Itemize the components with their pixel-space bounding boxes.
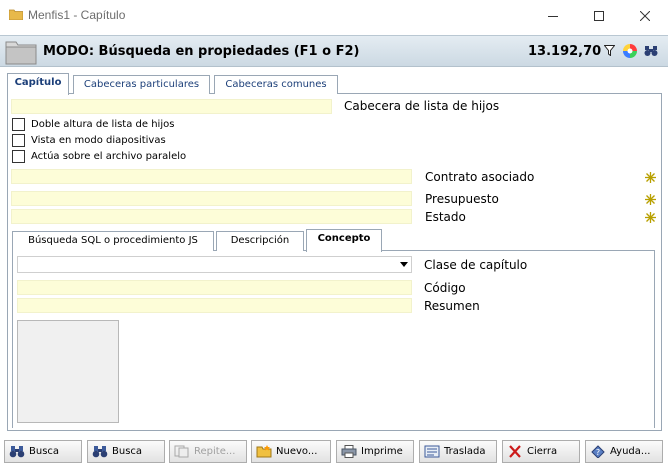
repeat-icon	[174, 445, 189, 458]
slides-view-checkbox[interactable]	[12, 134, 25, 147]
code-input[interactable]	[17, 280, 412, 295]
search-next-button[interactable]: Busca	[87, 440, 165, 463]
print-button-label: Imprime	[361, 446, 403, 457]
chevron-down-icon	[400, 262, 408, 267]
printer-icon	[341, 445, 357, 458]
children-list-header-label: Cabecera de lista de hijos	[344, 99, 500, 113]
children-list-header-input[interactable]	[11, 99, 332, 114]
minimize-button[interactable]	[530, 0, 576, 31]
double-height-checkbox[interactable]	[12, 118, 25, 131]
binoculars-icon	[92, 446, 108, 458]
print-button[interactable]: Imprime	[336, 440, 414, 463]
binoculars-icon[interactable]	[644, 45, 658, 60]
double-height-label: Doble altura de lista de hijos	[31, 119, 175, 130]
folder-icon	[8, 9, 24, 23]
summary-input[interactable]	[17, 298, 412, 313]
window-title: Menfis1 - Capítulo	[28, 8, 126, 22]
mode-bar: MODO: Búsqueda en propiedades (F1 o F2) …	[0, 35, 668, 67]
budget-input[interactable]	[11, 191, 412, 206]
tab-capitulo[interactable]: Capítulo	[7, 73, 69, 95]
close-window-button[interactable]	[622, 0, 668, 31]
transfer-icon	[424, 445, 440, 458]
contract-input[interactable]	[11, 169, 412, 184]
help-button[interactable]: ? Ayuda...	[585, 440, 663, 463]
summary-label: Resumen	[424, 299, 480, 313]
search-button-label: Busca	[29, 446, 60, 457]
new-button-label: Nuevo...	[276, 446, 318, 457]
tab-cabeceras-particulares[interactable]: Cabeceras particulares	[73, 75, 210, 94]
help-button-label: Ayuda...	[610, 446, 651, 457]
new-button[interactable]: Nuevo...	[251, 440, 331, 463]
parallel-file-checkbox[interactable]	[12, 150, 25, 163]
tab-description[interactable]: Descripción	[216, 231, 304, 251]
repeat-button[interactable]: Repite...	[169, 440, 247, 463]
budget-label: Presupuesto	[425, 192, 499, 206]
tab-cabeceras-comunes[interactable]: Cabeceras comunes	[214, 75, 338, 94]
move-button[interactable]: Traslada	[419, 440, 497, 463]
repeat-button-label: Repite...	[194, 446, 236, 457]
maximize-button[interactable]	[576, 0, 622, 31]
folder-icon	[5, 39, 37, 68]
total-amount: 13.192,70	[528, 44, 602, 59]
chapter-class-select[interactable]	[17, 256, 412, 273]
color-wheel-icon[interactable]	[623, 44, 637, 61]
binoculars-icon	[9, 446, 25, 458]
asterisk-icon[interactable]	[645, 172, 656, 183]
chapter-class-label: Clase de capítulo	[424, 258, 528, 272]
tab-concept[interactable]: Concepto	[306, 229, 382, 252]
slides-view-label: Vista en modo diapositivas	[31, 135, 166, 146]
code-label: Código	[424, 281, 466, 295]
svg-text:?: ?	[596, 448, 600, 457]
help-icon: ?	[591, 445, 605, 458]
asterisk-icon[interactable]	[645, 194, 656, 205]
image-placeholder[interactable]	[17, 320, 119, 423]
close-icon	[509, 445, 521, 458]
asterisk-icon[interactable]	[645, 212, 656, 223]
tab-sql-search[interactable]: Búsqueda SQL o procedimiento JS	[12, 231, 214, 251]
contract-label: Contrato asociado	[425, 170, 535, 184]
search-next-button-label: Busca	[112, 446, 143, 457]
search-button[interactable]: Busca	[4, 440, 82, 463]
title-bar: Menfis1 - Capítulo	[0, 0, 668, 31]
mode-title: MODO: Búsqueda en propiedades (F1 o F2)	[43, 44, 360, 59]
close-button-label: Cierra	[527, 446, 558, 457]
filter-icon[interactable]	[603, 45, 616, 59]
parallel-file-label: Actúa sobre el archivo paralelo	[31, 151, 187, 162]
state-label: Estado	[425, 210, 466, 224]
state-input[interactable]	[11, 209, 412, 224]
move-button-label: Traslada	[444, 446, 486, 457]
new-folder-icon	[256, 445, 272, 458]
close-button[interactable]: Cierra	[502, 440, 580, 463]
